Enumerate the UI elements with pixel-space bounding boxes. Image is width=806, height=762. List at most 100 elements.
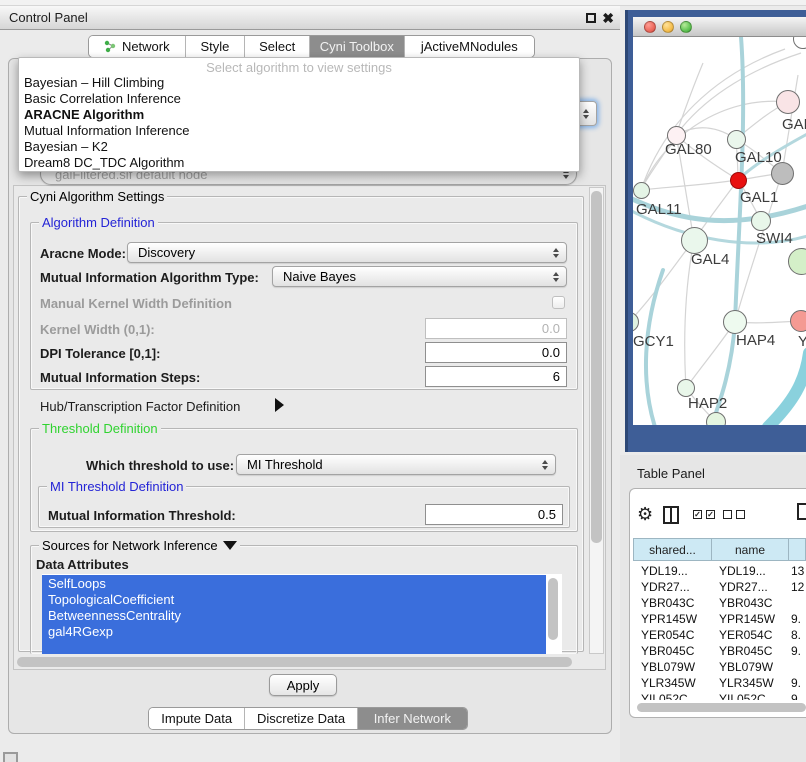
mi-steps-input[interactable]: 6 — [425, 366, 567, 387]
sources-title: Sources for Network Inference — [42, 538, 218, 553]
partial-icon — [3, 752, 18, 762]
close-icon[interactable]: ✖ — [602, 13, 614, 23]
cell[interactable]: YBR043C — [641, 595, 694, 611]
node-circle-y[interactable] — [790, 310, 806, 332]
settings-scrollbar-thumb[interactable] — [591, 191, 602, 543]
expand-arrow-icon[interactable] — [275, 398, 284, 412]
cell[interactable]: YPR145W — [641, 611, 697, 627]
cell[interactable]: YDL19... — [641, 563, 688, 579]
manual-kernel-checkbox[interactable] — [552, 296, 565, 309]
settings-hscrollbar-thumb[interactable] — [17, 657, 572, 667]
close-traffic-icon[interactable] — [644, 21, 656, 33]
cell[interactable]: YER054C — [719, 627, 772, 643]
cell[interactable]: 12 — [791, 579, 804, 595]
column-header-shared[interactable]: shared... — [633, 538, 712, 561]
columns-icon[interactable] — [663, 506, 679, 524]
tab-style[interactable]: Style — [186, 36, 246, 57]
cell[interactable]: 9. — [791, 643, 801, 659]
tab-select[interactable]: Select — [245, 36, 310, 57]
tab-discretize-data[interactable]: Discretize Data — [245, 708, 357, 729]
data-attributes-list[interactable]: SelfLoops TopologicalCoefficient Between… — [42, 574, 562, 654]
cell[interactable]: YBR045C — [719, 643, 772, 659]
algorithm-option[interactable]: Basic Correlation Inference — [24, 91, 181, 107]
dpi-tolerance-input[interactable]: 0.0 — [425, 342, 567, 363]
list-scrollbar-thumb[interactable] — [548, 578, 558, 640]
attribute-item[interactable]: TopologicalCoefficient — [48, 592, 538, 608]
node-circle-swi4[interactable] — [751, 211, 771, 231]
table-hscrollbar-thumb[interactable] — [637, 703, 806, 712]
cell[interactable]: YBR043C — [719, 595, 772, 611]
algorithm-option[interactable]: Dream8 DC_TDC Algorithm — [24, 155, 184, 171]
algorithm-option[interactable]: Mutual Information Inference — [24, 123, 189, 139]
cell[interactable]: YER054C — [641, 627, 694, 643]
column-header-partial[interactable] — [788, 538, 806, 561]
network-window-titlebar[interactable] — [633, 17, 806, 37]
cell[interactable]: 8. — [791, 627, 801, 643]
threshold-definition-title: Threshold Definition — [39, 421, 161, 436]
cell[interactable]: 13 — [791, 563, 804, 579]
cell[interactable]: 9 — [791, 691, 798, 700]
algorithm-option-selected[interactable]: ARACNE Algorithm — [24, 107, 144, 123]
aracne-mode-combo[interactable]: Discovery — [127, 242, 567, 263]
cell[interactable]: YLR345W — [719, 675, 774, 691]
node-circle[interactable] — [706, 412, 726, 425]
network-canvas[interactable]: GAL80 GAL10 GAL1 GAL11 SWI4 GAL4 GCY1 HA… — [633, 37, 806, 425]
mi-threshold-input[interactable]: 0.5 — [425, 504, 563, 525]
node-circle-gal4[interactable] — [681, 227, 708, 254]
select-all-checkbox-icon[interactable]: ✓ — [693, 510, 702, 519]
cell[interactable]: YDR27... — [641, 579, 690, 595]
node-label: HAP4 — [736, 332, 775, 349]
node-circle-gal1[interactable] — [730, 172, 747, 189]
gear-icon[interactable]: ⚙ — [637, 504, 653, 525]
node-label: GAL1 — [740, 189, 778, 206]
apply-button[interactable]: Apply — [269, 674, 337, 696]
node-label: Y — [798, 333, 806, 350]
deselect-all-checkbox-icon[interactable] — [736, 510, 745, 519]
which-threshold-label: Which threshold to use: — [86, 458, 234, 473]
document-icon[interactable] — [797, 503, 806, 520]
attribute-item[interactable]: SelfLoops — [48, 576, 538, 592]
node-circle-hap4[interactable] — [723, 310, 747, 334]
tab-infer-network[interactable]: Infer Network — [358, 708, 467, 729]
cell[interactable]: YIL052C — [719, 691, 766, 700]
algorithm-option[interactable]: Bayesian – K2 — [24, 139, 108, 155]
node-circle-gal[interactable] — [776, 90, 800, 114]
kernel-width-input[interactable]: 0.0 — [425, 318, 567, 339]
select-all-checkbox-icon[interactable]: ✓ — [706, 510, 715, 519]
tab-jactivemnodules-label: jActiveMNodules — [421, 39, 518, 54]
float-panel-icon[interactable] — [586, 13, 596, 23]
cell[interactable]: YBR045C — [641, 643, 694, 659]
node-label: GAL11 — [636, 201, 682, 218]
cell[interactable]: YBL079W — [719, 659, 773, 675]
mi-threshold-label: Mutual Information Threshold: — [48, 508, 236, 523]
cell[interactable]: 9. — [791, 675, 801, 691]
apply-button-label: Apply — [287, 678, 320, 693]
cell[interactable]: YBL079W — [641, 659, 695, 675]
column-header-name[interactable]: name — [711, 538, 789, 561]
cell[interactable]: YIL052C — [641, 691, 688, 700]
collapse-arrow-icon[interactable] — [223, 541, 237, 550]
zoom-traffic-icon[interactable] — [680, 21, 692, 33]
cell[interactable]: YDR27... — [719, 579, 768, 595]
cell[interactable]: YPR145W — [719, 611, 775, 627]
attribute-item[interactable]: gal4RGexp — [48, 624, 538, 640]
mi-type-label: Mutual Information Algorithm Type: — [40, 270, 259, 285]
manual-kernel-label: Manual Kernel Width Definition — [40, 296, 232, 311]
cell[interactable]: YDL19... — [719, 563, 766, 579]
node-circle-gal10[interactable] — [727, 130, 746, 149]
mi-type-combo[interactable]: Naive Bayes — [272, 266, 567, 287]
tab-network[interactable]: Network — [89, 36, 186, 57]
deselect-all-checkbox-icon[interactable] — [723, 510, 732, 519]
algorithm-option[interactable]: Bayesian – Hill Climbing — [24, 75, 164, 91]
mi-type-value: Naive Bayes — [283, 269, 356, 284]
which-threshold-value: MI Threshold — [247, 457, 323, 472]
node-circle-gal11[interactable] — [633, 182, 650, 199]
tab-cyni-toolbox[interactable]: Cyni Toolbox — [310, 36, 405, 57]
attribute-item[interactable]: BetweennessCentrality — [48, 608, 538, 624]
cell[interactable]: 9. — [791, 611, 801, 627]
which-threshold-combo[interactable]: MI Threshold — [236, 454, 556, 475]
minimize-traffic-icon[interactable] — [662, 21, 674, 33]
tab-impute-data[interactable]: Impute Data — [149, 708, 245, 729]
tab-jactivemnodules[interactable]: jActiveMNodules — [405, 36, 534, 57]
cell[interactable]: YLR345W — [641, 675, 696, 691]
